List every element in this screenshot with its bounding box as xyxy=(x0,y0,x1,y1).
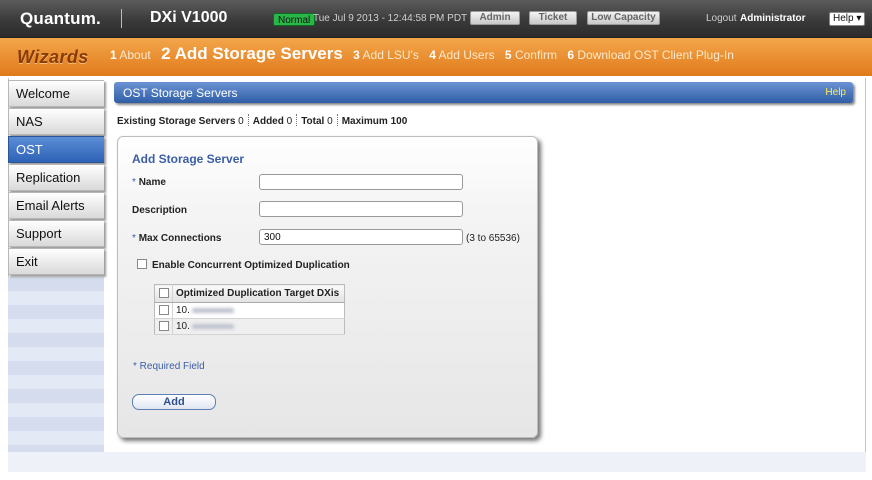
redacted-ip xyxy=(191,307,234,313)
divider xyxy=(296,114,298,126)
required-field-note: * Required Field xyxy=(133,361,205,372)
step-number: 5 xyxy=(504,48,512,62)
sidebar-background xyxy=(8,277,104,452)
panel-header: OST Storage Servers Help xyxy=(114,82,853,103)
sidebar-nav: Welcome NAS OST Replication Email Alerts… xyxy=(8,80,104,276)
wizards-title: Wizards xyxy=(17,47,89,67)
duplication-target-table: Optimized Duplication Target DXis 10. 10… xyxy=(154,284,345,335)
select-all-checkbox[interactable] xyxy=(158,288,169,299)
step-label: Add Storage Servers xyxy=(174,44,343,63)
nav-replication[interactable]: Replication xyxy=(8,164,104,191)
row-checkbox[interactable] xyxy=(158,321,169,332)
total-label: Total xyxy=(301,116,325,127)
column-header: Optimized Duplication Target DXis xyxy=(172,284,345,303)
name-field[interactable] xyxy=(259,174,463,190)
divider xyxy=(336,114,338,126)
divider xyxy=(247,114,249,126)
existing-count: 0 xyxy=(238,116,244,127)
concurrent-duplication-option: Enable Concurrent Optimized Duplication xyxy=(137,259,350,271)
add-button[interactable]: Add xyxy=(132,394,216,410)
step-label: Download OST Client Plug-In xyxy=(577,48,734,62)
wizard-step-add-lsus[interactable]: 3 Add LSU's xyxy=(353,48,419,62)
step-number: 3 xyxy=(353,48,360,62)
max-connections-label: * Max Connections xyxy=(132,233,222,244)
maximum-count: 100 xyxy=(390,116,408,127)
table-header: Optimized Duplication Target DXis xyxy=(154,284,345,303)
wizard-step-add-users[interactable]: 4 Add Users xyxy=(429,48,494,62)
redacted-ip xyxy=(191,323,234,329)
content-footer xyxy=(8,452,866,472)
existing-label: Existing Storage Servers xyxy=(117,116,236,127)
form-title: Add Storage Server xyxy=(132,152,245,166)
nav-support[interactable]: Support xyxy=(8,220,104,247)
step-number: 4 xyxy=(429,48,436,62)
divider xyxy=(121,9,122,28)
concurrent-duplication-checkbox[interactable] xyxy=(137,259,147,269)
description-field[interactable] xyxy=(259,201,463,217)
nav-welcome[interactable]: Welcome xyxy=(8,80,104,107)
added-label: Added xyxy=(252,116,284,127)
admin-button[interactable]: Admin xyxy=(470,11,520,25)
low-capacity-button[interactable]: Low Capacity xyxy=(587,11,660,25)
name-label: * Name xyxy=(132,177,166,188)
step-label: Add Users xyxy=(438,48,495,62)
required-marker: * xyxy=(132,233,136,244)
step-label: Add LSU's xyxy=(362,48,419,62)
required-marker: * xyxy=(132,177,136,188)
quantum-logo: Quantum. xyxy=(20,9,101,28)
description-label: Description xyxy=(132,205,188,216)
nav-email-alerts[interactable]: Email Alerts xyxy=(8,192,104,219)
step-label: About xyxy=(119,48,151,62)
max-connections-range: (3 to 65536) xyxy=(466,233,520,244)
added-count: 0 xyxy=(286,116,293,127)
help-link[interactable]: Help xyxy=(825,87,846,98)
panel-title: OST Storage Servers xyxy=(123,86,238,100)
wizard-steps: 1 About 2 Add Storage Servers 3 Add LSU'… xyxy=(110,44,741,68)
concurrent-duplication-label: Enable Concurrent Optimized Duplication xyxy=(152,260,350,271)
ticket-button[interactable]: Ticket xyxy=(529,11,577,25)
total-count: 0 xyxy=(327,116,333,127)
nav-exit[interactable]: Exit xyxy=(8,248,104,275)
username: Administrator xyxy=(740,13,806,24)
step-number: 6 xyxy=(567,48,574,62)
nav-ost[interactable]: OST xyxy=(8,136,104,163)
status-badge: Normal xyxy=(273,13,316,26)
row-checkbox[interactable] xyxy=(158,305,169,316)
table-row: 10. xyxy=(154,318,345,335)
table-row: 10. xyxy=(154,302,345,319)
step-label: Confirm xyxy=(514,48,557,62)
max-connections-field[interactable] xyxy=(259,229,463,245)
product-model: DXi V1000 xyxy=(150,9,228,26)
nav-nas[interactable]: NAS xyxy=(8,108,104,135)
system-datetime: Tue Jul 9 2013 - 12:44:58 PM PDT xyxy=(313,13,468,24)
step-number: 1 xyxy=(110,48,117,62)
help-dropdown[interactable]: Help ▾ xyxy=(829,12,866,26)
wizard-step-confirm[interactable]: 5 Confirm xyxy=(505,48,557,62)
logout-link[interactable]: Logout xyxy=(706,13,737,24)
wizard-step-about[interactable]: 1 About xyxy=(110,48,151,62)
maximum-label: Maximum xyxy=(341,116,388,127)
step-number: 2 xyxy=(161,44,171,63)
target-ip: 10. xyxy=(176,305,190,316)
storage-server-summary: Existing Storage Servers 0 Added 0 Total 0… xyxy=(117,114,407,127)
wizard-step-download-plugin[interactable]: 6 Download OST Client Plug-In xyxy=(567,48,734,62)
wizard-step-add-storage-servers[interactable]: 2 Add Storage Servers xyxy=(161,44,343,64)
target-ip: 10. xyxy=(176,321,190,332)
